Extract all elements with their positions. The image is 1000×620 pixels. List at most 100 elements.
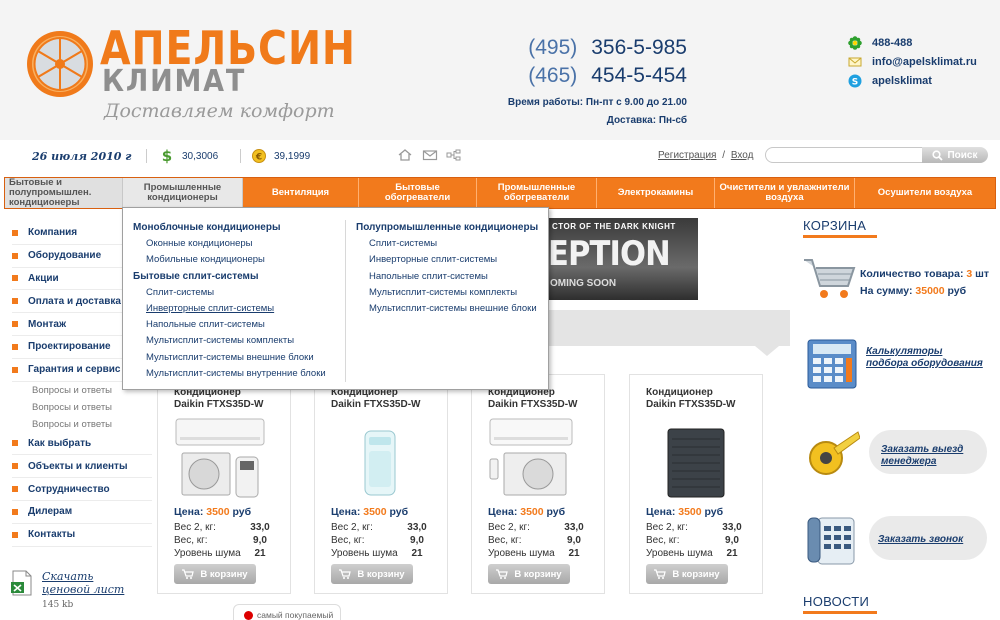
euro-coin-icon: € xyxy=(252,149,266,163)
dropdown-item[interactable]: Мультисплит-системы комплекты xyxy=(356,285,545,301)
brand-slogan: Доставляем комфорт xyxy=(104,100,335,122)
product-name[interactable]: Кондиционер Daikin FTXS35D-W xyxy=(646,387,735,411)
dropdown-item[interactable]: Мультисплит-системы комплекты xyxy=(133,333,333,349)
sitemap-icon[interactable] xyxy=(446,148,462,162)
nav-fireplaces[interactable]: Электрокамины xyxy=(597,178,715,208)
sidebar-item-clients[interactable]: Объекты и клиенты xyxy=(12,455,152,479)
dropdown-item[interactable]: Мультисплит-системы внешние блоки xyxy=(133,350,333,366)
sidebar-subitem-faq[interactable]: Вопросы и ответы xyxy=(12,399,152,416)
nav-household-heaters[interactable]: Бытовые обогреватели xyxy=(359,178,477,208)
cart-icon xyxy=(182,569,195,579)
dropdown-item[interactable]: Мультисплит-системы внешние блоки xyxy=(356,301,545,317)
dropdown-item[interactable]: Инверторные сплит-системы xyxy=(356,252,545,268)
banner-title: EPTION xyxy=(548,234,671,274)
mail-icon[interactable] xyxy=(422,148,438,162)
product-specs: Вес 2, кг: 33,0 Вес, кг: 9,0 Уровень шума 2… xyxy=(646,522,742,559)
telephone-icon[interactable] xyxy=(804,512,860,568)
price-list-download[interactable]: Скачать ценовой лист 145 kb xyxy=(10,570,124,610)
banner-tagline: CTOR OF THE DARK KNIGHT xyxy=(552,222,676,231)
sidebar-item-contacts[interactable]: Контакты xyxy=(12,524,152,547)
dropdown-item[interactable]: Инверторные сплит-системы xyxy=(133,301,333,317)
banner-coming-soon: OMING SOON xyxy=(550,278,617,289)
contact-email[interactable]: info@apelsklimat.ru xyxy=(848,53,977,71)
stripe-notch xyxy=(755,346,779,356)
calculators-link[interactable]: Калькуляторы подбора оборудования xyxy=(866,346,986,370)
product-name[interactable]: Кондиционер Daikin FTXS35D-W xyxy=(331,387,420,411)
shopping-cart-icon[interactable] xyxy=(802,256,858,302)
bestseller-badge: самый покупаемый xyxy=(233,604,341,620)
sidebar-item-how-to-choose[interactable]: Как выбрать xyxy=(12,433,152,456)
split-system-image[interactable] xyxy=(174,417,274,501)
mobile-conditioner-image[interactable] xyxy=(331,417,431,501)
add-to-cart-button[interactable]: В корзину xyxy=(174,564,256,584)
main-nav: Бытовые и полупромышлен. кондиционеры Пр… xyxy=(4,177,996,209)
cart-icon xyxy=(654,569,667,579)
tape-measure-icon[interactable] xyxy=(804,426,860,482)
home-icon[interactable] xyxy=(397,148,413,162)
sidebar-subitem-faq[interactable]: Вопросы и ответы xyxy=(12,416,152,433)
product-price: Цена: 3500 руб xyxy=(488,506,566,518)
bullet-icon xyxy=(12,343,18,350)
contact-icq[interactable]: 488-488 xyxy=(848,34,977,52)
search-button[interactable]: Поиск xyxy=(922,147,988,163)
product-price: Цена: 3500 руб xyxy=(646,506,724,518)
dropdown-item[interactable]: Мобильные кондиционеры xyxy=(133,252,333,268)
auth-divider: / xyxy=(722,150,726,161)
dropdown-item[interactable]: Оконные кондиционеры xyxy=(133,236,333,252)
dropdown-item[interactable]: Сплит-системы xyxy=(133,285,333,301)
product-specs: Вес 2, кг: 33,0 Вес, кг: 9,0 Уровень шума 2… xyxy=(331,522,427,559)
nav-industrial-conditioners[interactable]: Промышленные кондиционеры xyxy=(123,178,243,208)
cart-title: КОРЗИНА xyxy=(803,218,877,238)
excel-file-icon xyxy=(11,570,32,596)
svg-text:S: S xyxy=(852,78,858,88)
movie-banner[interactable]: CTOR OF THE DARK KNIGHT EPTION OMING SOO… xyxy=(548,218,698,300)
product-specs: Вес 2, кг: 33,0 Вес, кг: 9,0 Уровень шума 2… xyxy=(488,522,584,559)
orange-logo-icon[interactable] xyxy=(26,30,94,98)
file-size: 145 kb xyxy=(42,600,74,610)
dropdown-right-column: Полупромышленные кондиционеры Сплит-сист… xyxy=(345,220,545,382)
air-purifier-image[interactable] xyxy=(646,417,746,501)
add-to-cart-button[interactable]: В корзину xyxy=(331,564,413,584)
add-to-cart-button[interactable]: В корзину xyxy=(646,564,728,584)
cart-icon xyxy=(496,569,509,579)
contact-skype[interactable]: S apelsklimat xyxy=(848,72,977,90)
nav-household-conditioners[interactable]: Бытовые и полупромышлен. кондиционеры xyxy=(5,178,123,208)
nav-industrial-heaters[interactable]: Промышленные обогреватели xyxy=(477,178,597,208)
bullet-icon xyxy=(12,440,18,447)
product-name[interactable]: Кондиционер Daikin FTXS35D-W xyxy=(174,387,263,411)
dropdown-heading[interactable]: Бытовые сплит-системы xyxy=(133,269,333,285)
dropdown-item[interactable]: Напольные сплит-системы xyxy=(133,317,333,333)
split-system-image[interactable] xyxy=(488,417,588,501)
nav-dehumidifiers[interactable]: Осушители воздуха xyxy=(855,178,995,208)
order-call-link[interactable]: Заказать звонок xyxy=(878,534,978,546)
order-manager-link[interactable]: Заказать выезд менеджера xyxy=(881,444,981,468)
login-link[interactable]: Вход xyxy=(731,150,754,161)
calculator-icon[interactable] xyxy=(804,334,860,390)
dropdown-heading[interactable]: Полупромышленные кондиционеры xyxy=(356,220,545,236)
usd-rate: $ 30,3006 xyxy=(161,148,219,164)
add-to-cart-button[interactable]: В корзину xyxy=(488,564,570,584)
download-link-line1[interactable]: Скачать xyxy=(42,570,124,583)
download-link-line2[interactable]: ценовой лист xyxy=(42,583,124,596)
product-specs: Вес 2, кг: 33,0 Вес, кг: 9,0 Уровень шума 2… xyxy=(174,522,270,559)
nav-air-purifiers[interactable]: Очистители и увлажнители воздуха xyxy=(715,178,855,208)
news-title: НОВОСТИ xyxy=(803,594,877,614)
register-link[interactable]: Регистрация xyxy=(658,150,716,161)
alert-dot-icon xyxy=(244,610,253,620)
current-date: 26 июля 2010 г xyxy=(32,150,132,163)
section-stripe xyxy=(548,310,790,346)
dropdown-item[interactable]: Мультисплит-системы внутренние блоки xyxy=(133,366,333,382)
nav-ventilation[interactable]: Вентиляция xyxy=(243,178,359,208)
product-card: Кондиционер Daikin FTXS35D-W Цена: 3500 р… xyxy=(157,374,291,594)
dropdown-item[interactable]: Сплит-системы xyxy=(356,236,545,252)
eur-rate: € 39,1999 xyxy=(252,148,310,164)
sidebar-item-dealers[interactable]: Дилерам xyxy=(12,501,152,524)
dropdown-item[interactable]: Напольные сплит-системы xyxy=(356,269,545,285)
bullet-icon xyxy=(12,531,18,538)
search-input[interactable] xyxy=(765,147,925,163)
product-name[interactable]: Кондиционер Daikin FTXS35D-W xyxy=(488,387,577,411)
dropdown-heading[interactable]: Моноблочные кондиционеры xyxy=(133,220,333,236)
product-card: Кондиционер Daikin FTXS35D-W Цена: 3500 р… xyxy=(314,374,448,594)
divider xyxy=(146,149,147,163)
sidebar-item-cooperation[interactable]: Сотрудничество xyxy=(12,478,152,501)
